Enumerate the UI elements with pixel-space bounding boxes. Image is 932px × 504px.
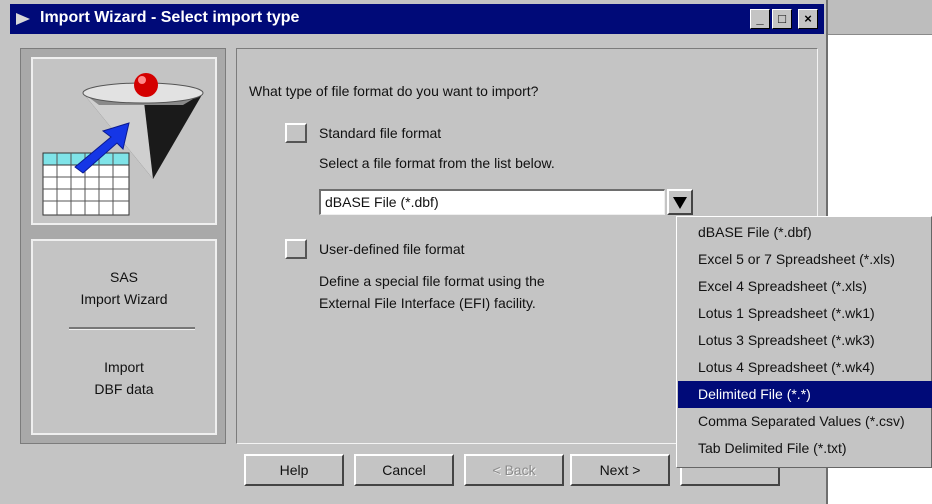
- task-line2: DBF data: [94, 381, 154, 397]
- user-defined-desc-line1: Define a special file format using the: [319, 273, 545, 289]
- minimize-button[interactable]: _: [750, 9, 770, 29]
- user-defined-format-checkbox[interactable]: [285, 239, 307, 259]
- format-option-tab-delimited[interactable]: Tab Delimited File (*.txt): [678, 435, 932, 462]
- maximize-button[interactable]: □: [772, 9, 792, 29]
- standard-format-checkbox[interactable]: [285, 123, 307, 143]
- wizard-info: SAS Import Wizard Import DBF data: [31, 239, 217, 435]
- cancel-button[interactable]: Cancel: [354, 454, 454, 486]
- format-option-lotus4[interactable]: Lotus 4 Spreadsheet (*.wk4): [678, 354, 932, 381]
- title-bar[interactable]: Import Wizard - Select import type _ □ ×: [10, 4, 824, 34]
- format-option-csv[interactable]: Comma Separated Values (*.csv): [678, 408, 932, 435]
- format-option-dbf[interactable]: dBASE File (*.dbf): [678, 219, 932, 246]
- file-format-combobox[interactable]: dBASE File (*.dbf): [319, 189, 665, 215]
- import-funnel-icon: [42, 73, 204, 216]
- standard-format-hint: Select a file format from the list below…: [319, 155, 555, 171]
- standard-format-label[interactable]: Standard file format: [319, 125, 441, 141]
- user-defined-desc-line2: External File Interface (EFI) facility.: [319, 295, 536, 311]
- format-option-delimited[interactable]: Delimited File (*.*): [678, 381, 932, 408]
- format-option-lotus1[interactable]: Lotus 1 Spreadsheet (*.wk1): [678, 300, 932, 327]
- question-text: What type of file format do you want to …: [249, 83, 539, 99]
- format-option-excel4[interactable]: Excel 4 Spreadsheet (*.xls): [678, 273, 932, 300]
- wizard-name: Import Wizard: [80, 291, 168, 307]
- close-button[interactable]: ×: [798, 9, 818, 29]
- task-line1: Import: [104, 359, 144, 375]
- format-option-lotus3[interactable]: Lotus 3 Spreadsheet (*.wk3): [678, 327, 932, 354]
- wizard-graphic: [31, 57, 217, 225]
- wizard-side-panel: SAS Import Wizard Import DBF data: [20, 48, 226, 444]
- format-option-excel57[interactable]: Excel 5 or 7 Spreadsheet (*.xls): [678, 246, 932, 273]
- combobox-dropdown-button[interactable]: [667, 189, 693, 215]
- info-divider: [69, 327, 195, 330]
- back-button: < Back: [464, 454, 564, 486]
- window-title: Import Wizard - Select import type: [40, 9, 300, 26]
- window-menu-icon[interactable]: [16, 13, 30, 25]
- file-format-dropdown-list: dBASE File (*.dbf) Excel 5 or 7 Spreadsh…: [676, 216, 932, 468]
- user-defined-format-label[interactable]: User-defined file format: [319, 241, 465, 257]
- help-button[interactable]: Help: [244, 454, 344, 486]
- desktop-background: [828, 0, 932, 35]
- product-name: SAS: [109, 269, 138, 285]
- next-button[interactable]: Next >: [570, 454, 670, 486]
